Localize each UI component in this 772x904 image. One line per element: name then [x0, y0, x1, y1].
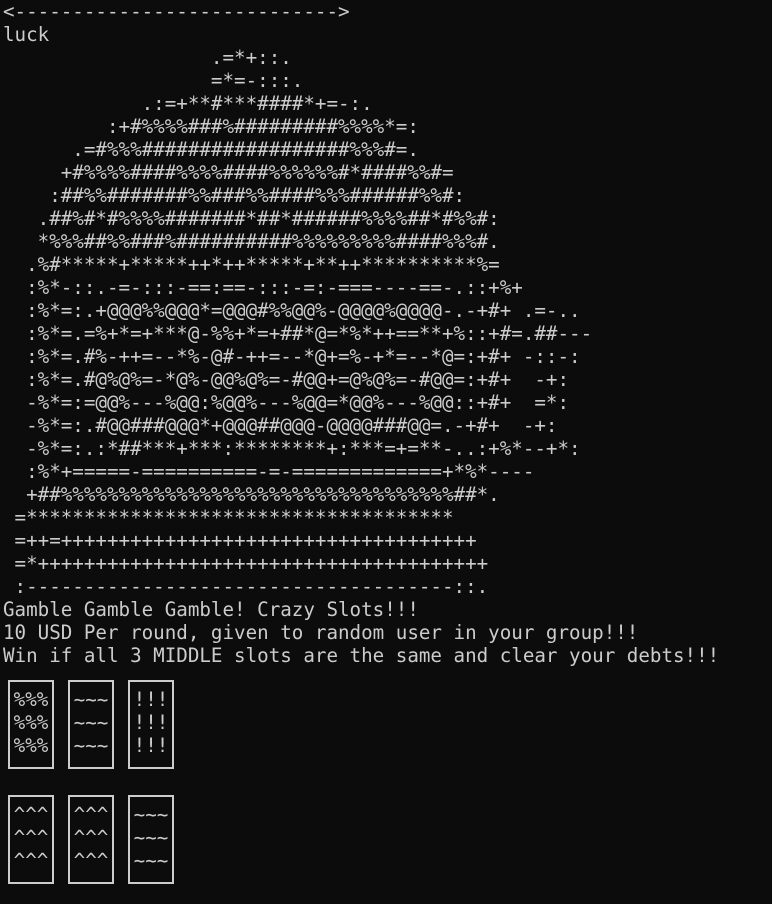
- arrow-line: <---------------------------->: [3, 0, 350, 23]
- round-cost-message: 10 USD Per round, given to random user i…: [3, 621, 639, 644]
- ascii-art-line: -%*=:.:*##***+***:********+:***=+=**-..:…: [3, 437, 581, 460]
- slot-symbol: ^^^: [73, 826, 109, 849]
- slot-reel-row2-col2: ^^^ ^^^ ^^^: [68, 795, 114, 884]
- slot-reel-row1-col3: !!!!!!!!!: [128, 680, 174, 769]
- message-block: Gamble Gamble Gamble! Crazy Slots!!! 10 U…: [3, 598, 769, 667]
- slot-symbol: ^^^: [13, 849, 49, 872]
- terminal-output: <----------------------------> luck .=*+…: [3, 0, 769, 667]
- ascii-art-line: =*++++++++++++++++++++++++++++++++++++++…: [3, 552, 489, 575]
- ascii-art-line: +##%%%%%%%%%%%%%%%%%%%%%%%%%%%%%%%%%%##*…: [3, 483, 500, 506]
- slot-symbol: ~~~: [73, 734, 109, 757]
- ascii-art-line: =*************************************: [3, 506, 454, 529]
- slot-symbol: ^^^: [13, 826, 49, 849]
- ascii-art-line: *%%%##%%###%##########%%%%%%%%%####%%%#.: [3, 230, 500, 253]
- slot-symbol: ~~~: [73, 711, 109, 734]
- slot-symbol: ^^^: [13, 803, 49, 826]
- ascii-art-line: :%*=.#%-++=--*%-@#-++=--*@+=%-+*=--*@=:+…: [3, 345, 581, 368]
- ascii-art-line: .:=+**#***####*+=-:.: [3, 92, 373, 115]
- slot-reel-row2-col1: ^^^ ^^^ ^^^: [8, 795, 54, 884]
- slot-symbol: !!!: [133, 734, 169, 757]
- slot-symbol: %%%: [13, 734, 49, 757]
- ascii-art-line: :%*=.#@%@%=-*@%-@@%@%=-#@@+=@%@%=-#@@=:+…: [3, 368, 570, 391]
- slot-symbol: !!!: [133, 688, 169, 711]
- ascii-art-line: :##%%#######%%###%%####%%%######%%#:: [3, 184, 466, 207]
- slot-symbol: ^^^: [73, 803, 109, 826]
- slot-symbol: ~~~: [133, 849, 169, 872]
- ascii-art-line: :+#%%%%###%#########%%%%*=:: [3, 115, 419, 138]
- ascii-art-line: -%*=:=@@%---%@@:%@@%---%@@=*@@%---%@@::+…: [3, 391, 570, 414]
- slot-symbol: ~~~: [73, 688, 109, 711]
- ascii-art-line: :%*=:.+@@@%%@@@*=@@@#%%@@%-@@@@%@@@@-.-+…: [3, 299, 581, 322]
- program-title: luck: [3, 23, 50, 46]
- slot-reel-row2-col3: ~~~ ~~~ ~~~: [128, 795, 174, 884]
- ascii-art-line: .=*+::.: [3, 46, 292, 69]
- slot-symbol: ^^^: [73, 849, 109, 872]
- ascii-art-line: =++=++++++++++++++++++++++++++++++++++++: [3, 529, 477, 552]
- ascii-art-line: .%#*****+*****++*++*****+**++**********%…: [3, 253, 500, 276]
- slot-reel-row1-col1: %%%%%%%%%: [8, 680, 54, 769]
- ascii-art-line: :%*-::.-=-:::-==:==-:::-=:-===----==-.::…: [3, 276, 523, 299]
- slot-symbol: !!!: [133, 711, 169, 734]
- ascii-art-line: .=#%%%##################%%%#=.: [3, 138, 419, 161]
- slot-symbol: %%%: [13, 711, 49, 734]
- ascii-art-line: :%*=.=%+*=+***@-%%+*=+##*@=*%*++==**+%::…: [3, 322, 593, 345]
- win-condition-message: Win if all 3 MIDDLE slots are the same a…: [3, 644, 720, 667]
- ascii-art-line: -%*=:.#@@###@@@*+@@@##@@@-@@@@###@@=.-+#…: [3, 414, 558, 437]
- ascii-art-line: +#%%%%####%%%%####%%%%%%#*####%%#=: [3, 161, 454, 184]
- ascii-art-slot-machine: .=*+::. =*=-:::. .:=+**#***####*+=-:. :+…: [3, 46, 769, 598]
- ascii-art-line: :-------------------------------------::…: [3, 575, 489, 598]
- slot-symbol: ~~~: [133, 803, 169, 826]
- slot-reel-row1-col2: ~~~ ~~~ ~~~: [68, 680, 114, 769]
- ascii-art-line: .##%#*#%%%%#######*##*######%%%%##*#%%#:: [3, 207, 500, 230]
- slot-symbol: ~~~: [133, 826, 169, 849]
- ascii-art-line: :%*+=====-==========-=-=============+*%*…: [3, 460, 535, 483]
- headline-message: Gamble Gamble Gamble! Crazy Slots!!!: [3, 598, 419, 621]
- ascii-art-line: =*=-:::.: [3, 69, 304, 92]
- slot-symbol: %%%: [13, 688, 49, 711]
